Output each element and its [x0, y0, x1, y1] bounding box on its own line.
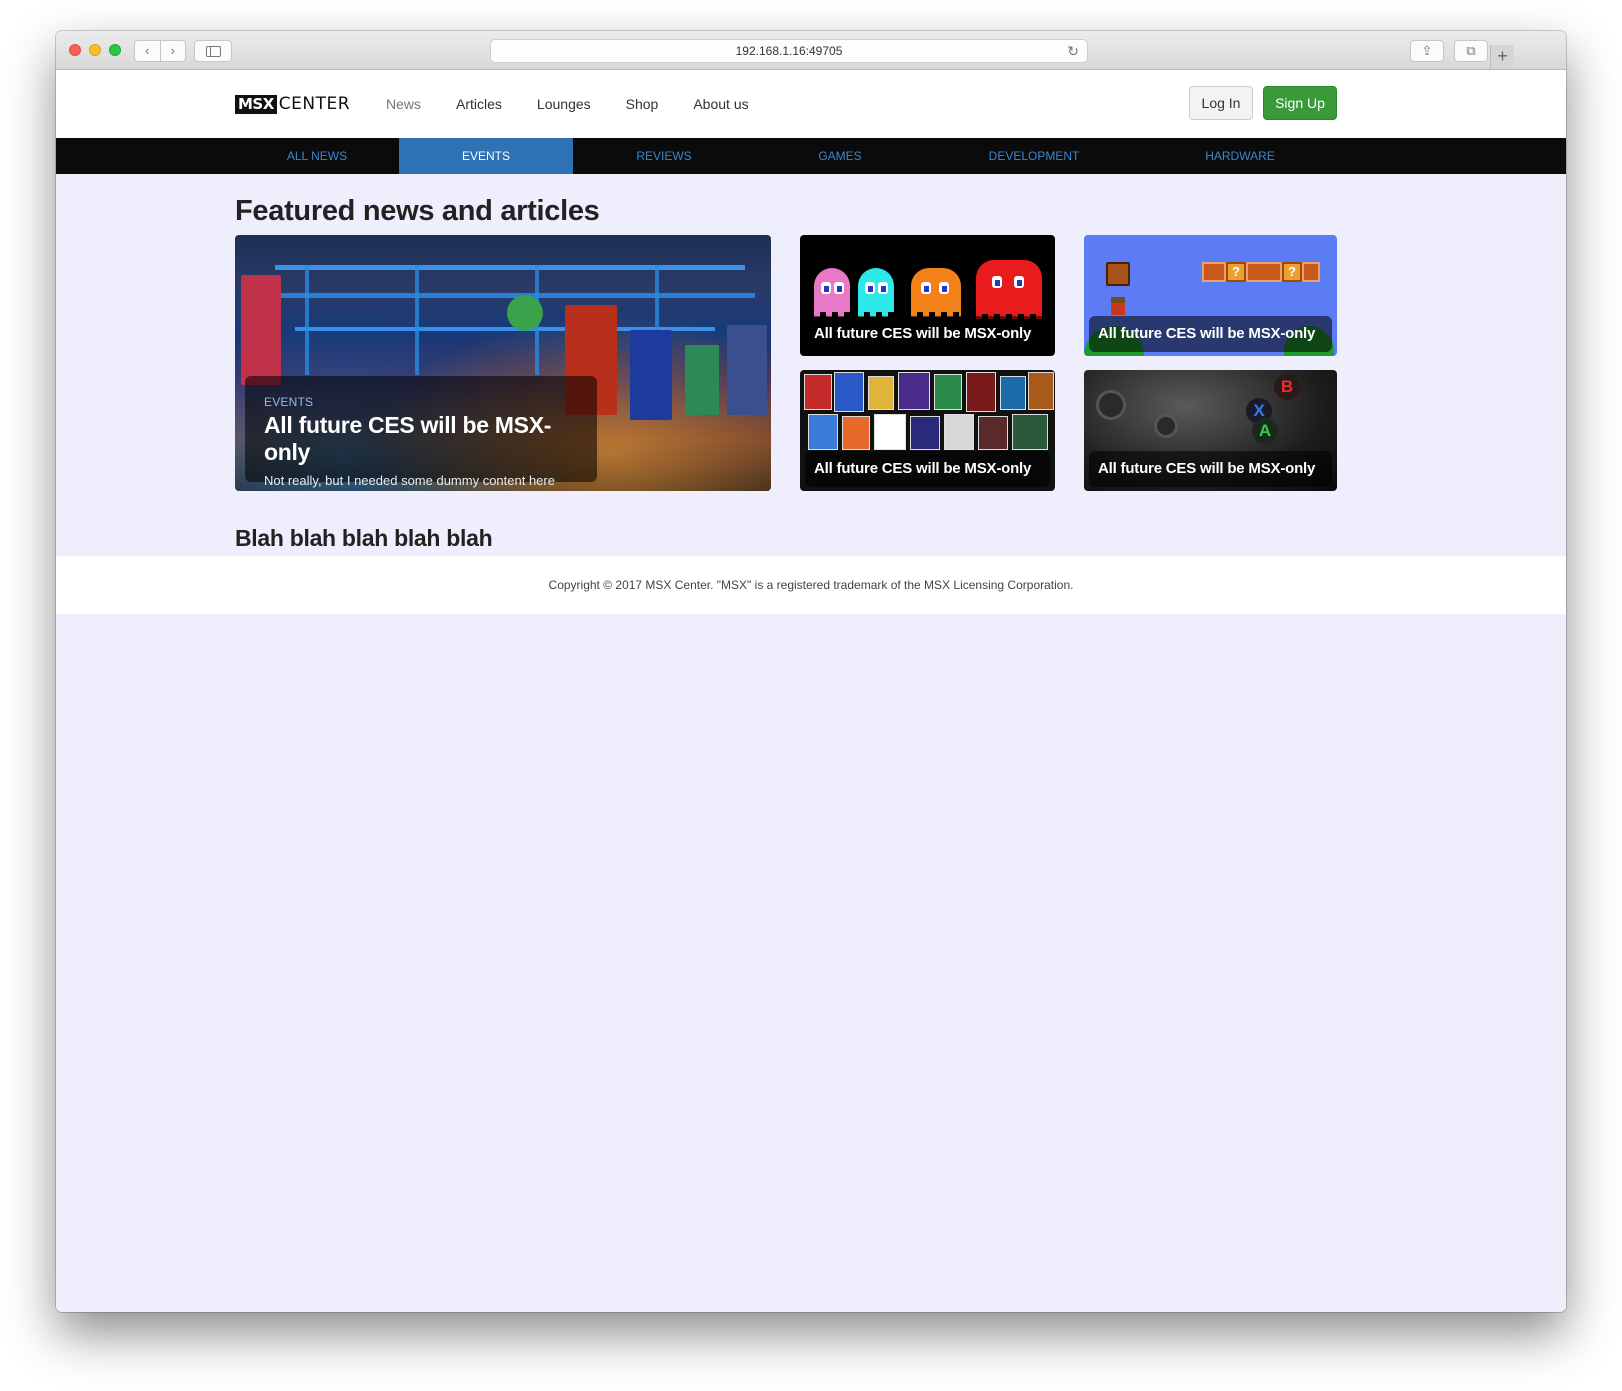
browser-window: ‹ › 192.168.1.16:49705 ↻ ⇪ ⧉ + MSX CENTE… [56, 31, 1566, 1312]
nav-link-news[interactable]: News [386, 95, 421, 113]
category-tab-games[interactable]: GAMES [755, 138, 925, 174]
back-icon[interactable]: ‹ [135, 41, 161, 61]
site-footer: Copyright © 2017 MSX Center. "MSX" is a … [56, 556, 1566, 614]
sidebar-toggle-button[interactable] [194, 40, 232, 62]
category-tab-events[interactable]: EVENTS [399, 138, 573, 174]
login-button[interactable]: Log In [1189, 86, 1253, 120]
plus-icon: + [1497, 46, 1508, 66]
signup-button[interactable]: Sign Up [1263, 86, 1337, 120]
featured-card-1[interactable]: All future CES will be MSX-only [800, 235, 1055, 356]
close-window-button[interactable] [69, 44, 81, 56]
browser-toolbar: ‹ › 192.168.1.16:49705 ↻ ⇪ ⧉ + [56, 31, 1566, 70]
tabs-icon: ⧉ [1466, 43, 1476, 58]
featured-card-3-title: All future CES will be MSX-only [805, 451, 1050, 487]
reload-icon[interactable]: ↻ [1067, 40, 1079, 62]
featured-card-3[interactable]: All future CES will be MSX-only [800, 370, 1055, 491]
featured-heading: Featured news and articles [235, 195, 600, 227]
main-nav: News Articles Lounges Shop About us [386, 95, 784, 113]
sidebar-icon [205, 46, 221, 57]
site-header: MSX CENTER News Articles Lounges Shop Ab… [56, 70, 1566, 138]
logo-mark: MSX [235, 94, 277, 114]
featured-card-2[interactable]: ? ? All future CES will be MSX-only [1084, 235, 1337, 356]
address-bar[interactable]: 192.168.1.16:49705 ↻ [490, 39, 1088, 63]
category-tab-all-news[interactable]: ALL NEWS [235, 138, 399, 174]
nav-link-shop[interactable]: Shop [626, 95, 659, 113]
nav-link-articles[interactable]: Articles [456, 95, 502, 113]
history-nav: ‹ › [134, 40, 186, 62]
featured-card-4-title: All future CES will be MSX-only [1089, 451, 1332, 487]
category-tab-hardware[interactable]: HARDWARE [1143, 138, 1337, 174]
nav-link-lounges[interactable]: Lounges [537, 95, 591, 113]
forward-icon[interactable]: › [161, 41, 186, 61]
new-tab-button[interactable]: + [1490, 45, 1514, 69]
featured-main-caption: EVENTS All future CES will be MSX-only N… [245, 376, 597, 488]
tab-overview-button[interactable]: ⧉ [1454, 40, 1488, 62]
featured-main-description: Not really, but I needed some dummy cont… [264, 473, 555, 488]
nav-link-about[interactable]: About us [693, 95, 748, 113]
copyright-text: Copyright © 2017 MSX Center. "MSX" is a … [548, 578, 1074, 592]
minimize-window-button[interactable] [89, 44, 101, 56]
share-button[interactable]: ⇪ [1410, 40, 1444, 62]
share-icon: ⇪ [1421, 43, 1433, 58]
category-bar: ALL NEWS EVENTS REVIEWS GAMES DEVELOPMEN… [56, 138, 1566, 174]
category-tab-development[interactable]: DEVELOPMENT [925, 138, 1143, 174]
web-page: MSX CENTER News Articles Lounges Shop Ab… [56, 70, 1566, 1312]
featured-main-title[interactable]: All future CES will be MSX-only [264, 412, 597, 466]
featured-card-1-title: All future CES will be MSX-only [805, 316, 1050, 352]
section-heading: Blah blah blah blah blah [235, 525, 493, 551]
featured-card-2-title: All future CES will be MSX-only [1089, 316, 1332, 352]
site-logo[interactable]: MSX CENTER [235, 93, 350, 115]
featured-card-4[interactable]: B X A All future CES will be MSX-only [1084, 370, 1337, 491]
featured-main-category[interactable]: EVENTS [264, 395, 597, 409]
zoom-window-button[interactable] [109, 44, 121, 56]
logo-text: CENTER [278, 94, 351, 114]
url-text: 192.168.1.16:49705 [735, 44, 843, 58]
category-tab-reviews[interactable]: REVIEWS [573, 138, 755, 174]
featured-main-card[interactable]: EVENTS All future CES will be MSX-only N… [235, 235, 771, 491]
